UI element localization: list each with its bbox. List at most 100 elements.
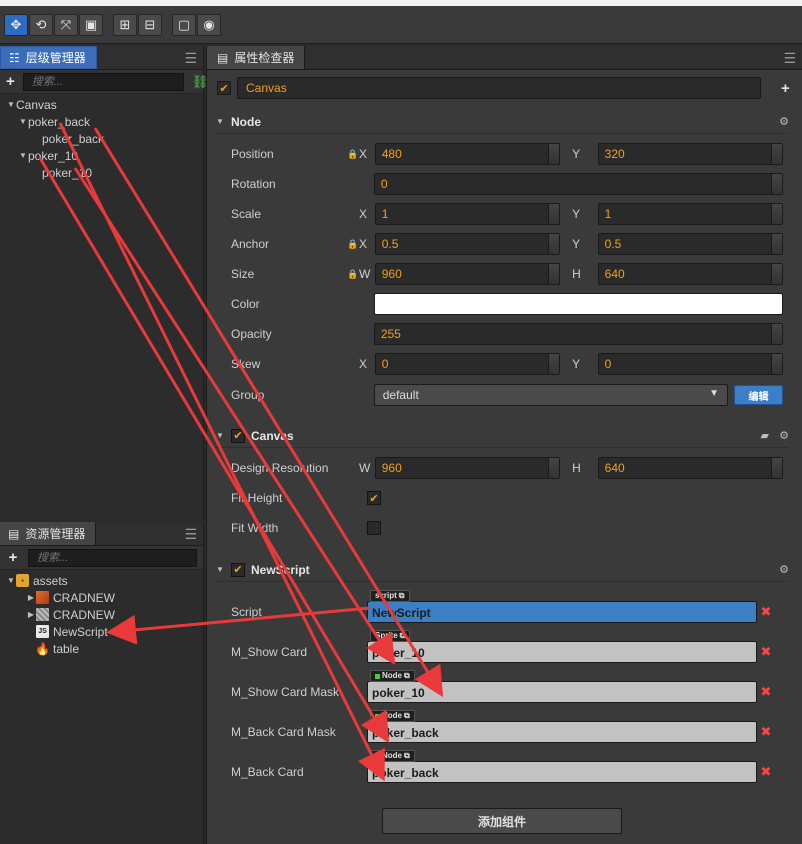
expand-triangle-icon[interactable]: ▼	[6, 100, 16, 109]
folder-icon: ▪	[16, 574, 29, 587]
lock-icon[interactable]: 🔒	[347, 239, 359, 250]
tree-node-poker-back-child[interactable]: poker_back	[0, 130, 203, 147]
input-value: 1	[604, 207, 612, 221]
clear-reference-icon[interactable]: ✖	[756, 602, 776, 622]
node-name-input[interactable]	[237, 77, 761, 99]
opacity-input[interactable]: 255	[373, 323, 783, 345]
skew-y-input[interactable]: 0	[597, 353, 783, 375]
assets-search-input[interactable]	[28, 548, 197, 567]
gear-icon[interactable]: ⚙	[779, 429, 789, 442]
back-card-mask-reference-field[interactable]: Node ⧉ poker_back ✖	[367, 710, 771, 743]
open-link-icon[interactable]: ⧉	[399, 591, 405, 601]
help-book-icon[interactable]: ▰	[761, 429, 769, 442]
script-enabled-checkbox[interactable]: ✔	[231, 562, 245, 577]
anchor-mode-button[interactable]: ⊞	[113, 13, 137, 36]
color-picker[interactable]	[373, 293, 784, 315]
assets-tab[interactable]: ▤ 资源管理器	[0, 522, 97, 545]
hamburger-menu-icon[interactable]: ☰	[184, 526, 197, 543]
position-y-input[interactable]: 320	[597, 143, 783, 165]
coordinate-mode-button[interactable]: ⊟	[138, 13, 162, 36]
clear-reference-icon[interactable]: ✖	[756, 682, 776, 702]
tree-node-poker-10-child[interactable]: poker_10	[0, 164, 203, 181]
axis-label: Y	[572, 207, 581, 221]
open-link-icon[interactable]: ⧉	[400, 631, 406, 641]
anchor-x-input[interactable]: 0.5	[374, 233, 561, 255]
asset-item-cradnew-1[interactable]: ▶ CRADNEW	[0, 589, 203, 606]
hierarchy-tab[interactable]: ☷ 层级管理器	[0, 46, 97, 69]
add-component-plus-button[interactable]: +	[781, 80, 790, 97]
asset-item-cradnew-2[interactable]: ▶ CRADNEW	[0, 606, 203, 623]
design-resolution-row: Design Resolution W 960 H 640	[231, 456, 783, 480]
open-link-icon[interactable]: ⧉	[404, 671, 410, 681]
canvas-section-header[interactable]: ▼ ✔ Canvas ▰ ⚙	[215, 424, 789, 448]
edit-group-button[interactable]: 编辑	[734, 385, 783, 405]
tag-label: Sprite	[375, 631, 398, 640]
scale-tool-button[interactable]: ⤧	[54, 13, 78, 36]
add-component-button[interactable]: 添加组件	[382, 808, 622, 834]
clear-reference-icon[interactable]: ✖	[756, 762, 776, 782]
expand-triangle-icon[interactable]: ▼	[215, 117, 225, 126]
hierarchy-search-input[interactable]	[22, 72, 184, 91]
node-active-checkbox[interactable]: ✔	[217, 81, 231, 95]
hamburger-menu-icon[interactable]: ☰	[184, 50, 197, 67]
open-link-icon[interactable]: ⧉	[404, 751, 410, 761]
open-link-icon[interactable]: ⧉	[404, 711, 410, 721]
collapse-triangle-icon[interactable]: ▶	[26, 610, 36, 619]
size-width-input[interactable]: 960	[374, 263, 561, 285]
gear-icon[interactable]: ⚙	[779, 563, 789, 576]
tree-node-canvas[interactable]: ▼ Canvas	[0, 96, 203, 113]
js-icon: JS	[36, 625, 49, 638]
tree-node-label: poker_10	[42, 165, 93, 180]
expand-triangle-icon[interactable]: ▼	[18, 117, 28, 126]
tree-node-label: poker_back	[28, 114, 91, 129]
preview-button[interactable]: ▢	[172, 13, 196, 36]
asset-item-newscript[interactable]: JS NewScript	[0, 623, 203, 640]
property-label: Scale	[231, 207, 262, 221]
node-section-header[interactable]: ▼ Node ⚙	[215, 110, 789, 134]
input-value: 640	[604, 461, 625, 475]
record-button[interactable]: ◉	[197, 13, 221, 36]
gear-icon[interactable]: ⚙	[779, 115, 789, 128]
fit-height-checkbox[interactable]: ✔	[367, 491, 381, 505]
collapse-triangle-icon[interactable]: ▶	[26, 593, 36, 602]
asset-item-assets[interactable]: ▼ ▪ assets	[0, 572, 203, 589]
lock-icon[interactable]: 🔒	[347, 269, 359, 280]
clear-reference-icon[interactable]: ✖	[756, 722, 776, 742]
design-height-input[interactable]: 640	[597, 457, 783, 479]
back-card-reference-field[interactable]: Node ⧉ poker_back ✖	[367, 750, 771, 783]
design-width-input[interactable]: 960	[374, 457, 561, 479]
tree-node-poker-back[interactable]: ▼ poker_back	[0, 113, 203, 130]
size-height-input[interactable]: 640	[597, 263, 783, 285]
script-section-header[interactable]: ▼ ✔ NewScript ⚙	[215, 558, 789, 582]
scale-y-input[interactable]: 1	[597, 203, 783, 225]
inspector-tab[interactable]: ▤ 属性检查器	[207, 46, 306, 69]
expand-triangle-icon[interactable]: ▼	[18, 151, 28, 160]
rect-tool-button[interactable]: ▣	[79, 13, 103, 36]
rotation-input[interactable]: 0	[373, 173, 783, 195]
move-tool-button[interactable]: ✥	[4, 13, 28, 36]
fit-width-row: Fit Width	[231, 516, 783, 540]
script-reference-field[interactable]: script ⧉ NewScript ✖	[367, 590, 771, 623]
show-card-reference-field[interactable]: Sprite ⧉ poker_10 ✖	[367, 630, 771, 663]
skew-x-input[interactable]: 0	[374, 353, 561, 375]
scale-x-input[interactable]: 1	[374, 203, 561, 225]
canvas-enabled-checkbox[interactable]: ✔	[231, 428, 245, 443]
lock-icon[interactable]: 🔒	[347, 149, 359, 160]
position-x-input[interactable]: 480	[374, 143, 561, 165]
asset-item-table[interactable]: 🔥 table	[0, 640, 203, 657]
expand-triangle-icon[interactable]: ▼	[215, 565, 225, 574]
group-select[interactable]: default ▼	[373, 384, 729, 406]
expand-triangle-icon[interactable]: ▼	[6, 576, 16, 585]
fit-width-checkbox[interactable]	[367, 521, 381, 535]
hamburger-menu-icon[interactable]: ☰	[783, 50, 796, 67]
add-asset-button[interactable]: +	[6, 549, 20, 566]
tree-node-label: poker_back	[42, 131, 105, 146]
anchor-y-input[interactable]: 0.5	[597, 233, 783, 255]
inspector-icon: ▤	[217, 50, 229, 65]
expand-triangle-icon[interactable]: ▼	[215, 431, 225, 440]
clear-reference-icon[interactable]: ✖	[756, 642, 776, 662]
rotate-tool-button[interactable]: ⟲	[29, 13, 53, 36]
add-node-button[interactable]: +	[6, 73, 15, 90]
show-card-mask-reference-field[interactable]: Node ⧉ poker_10 ✖	[367, 670, 771, 703]
tree-node-poker-10[interactable]: ▼ poker_10	[0, 147, 203, 164]
